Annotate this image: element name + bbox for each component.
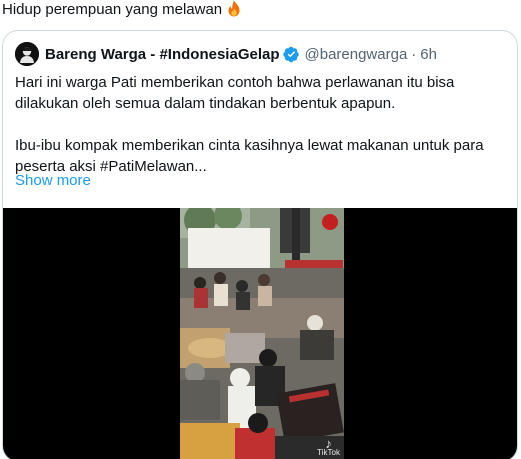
fire-icon [226,0,242,17]
quoted-tweet-card[interactable]: Bareng Warga - #IndonesiaGelap @barengwa… [2,30,518,459]
avatar[interactable] [15,42,39,66]
body-line: Ibu-ibu kompak memberikan cinta kasihnya… [15,137,484,154]
quoted-tweet-body: Hari ini warga Pati memberikan contoh ba… [15,72,509,177]
video-player[interactable]: ♪ TikTok [3,208,517,459]
separator-dot: · [411,45,417,63]
timestamp[interactable]: 6h [420,46,437,63]
tweet-text-content: Hidup perempuan yang melawan [2,1,223,18]
verified-badge-icon [282,46,299,62]
tiktok-label: TikTok [317,448,340,457]
tiktok-watermark: ♪ TikTok [317,436,340,457]
video-still-image [180,208,344,459]
show-more-link[interactable]: Show more [15,172,91,189]
tiktok-icon: ♪ [325,436,332,451]
body-line-blank [15,114,509,135]
video-frame[interactable]: ♪ TikTok [180,208,344,459]
author-handle[interactable]: @barengwarga [305,46,408,63]
author-name[interactable]: Bareng Warga - #IndonesiaGelap [45,46,280,63]
quoted-tweet-header: Bareng Warga - #IndonesiaGelap @barengwa… [15,42,437,66]
body-line: dilakukan oleh semua dalam tindakan berb… [15,95,396,112]
tweet-text: Hidup perempuan yang melawan [2,0,242,20]
body-line: Hari ini warga Pati memberikan contoh ba… [15,74,455,91]
